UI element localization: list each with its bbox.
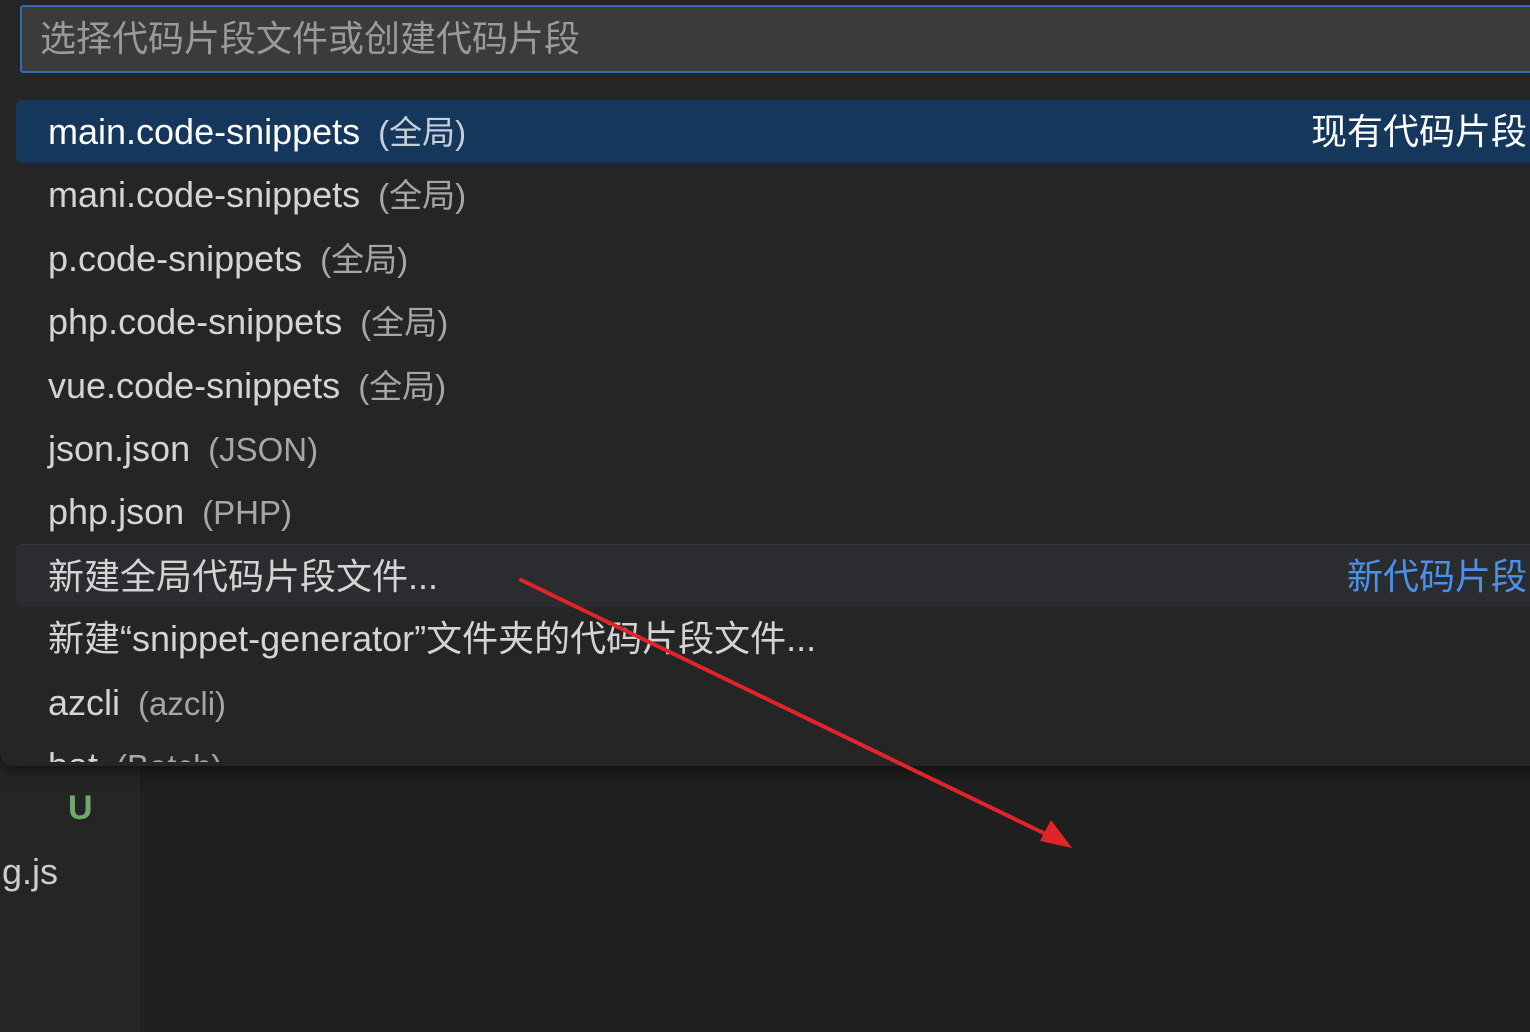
item-description: (全局) <box>360 304 449 342</box>
screen: U g.js main.code-snippets (全局) 现有代码片段 man… <box>0 0 1530 1032</box>
item-label: mani.code-snippets <box>48 174 361 216</box>
quick-pick-list: main.code-snippets (全局) 现有代码片段 mani.code-… <box>16 100 1530 762</box>
quick-pick-item-main-code-snippets[interactable]: main.code-snippets (全局) 现有代码片段 <box>16 100 1530 164</box>
quick-pick-input[interactable] <box>20 5 1530 73</box>
item-description: (PHP) <box>202 494 292 532</box>
item-label: 新建全局代码片段文件... <box>48 555 439 597</box>
item-description: (azcli) <box>138 684 227 722</box>
quick-pick-item-mani-code-snippets[interactable]: mani.code-snippets (全局) <box>16 163 1530 226</box>
item-description: (JSON) <box>208 430 319 468</box>
quick-pick-item-azcli[interactable]: azcli (azcli) <box>16 671 1530 734</box>
item-description: (全局) <box>378 114 467 151</box>
git-untracked-badge: U <box>68 789 93 827</box>
item-label: p.code-snippets <box>48 237 303 279</box>
item-description: (全局) <box>320 240 409 278</box>
snippet-quick-pick: main.code-snippets (全局) 现有代码片段 mani.code-… <box>0 0 1530 766</box>
item-label: php.json <box>48 491 185 533</box>
item-label: 新建“snippet-generator”文件夹的代码片段文件... <box>48 618 817 660</box>
item-label: bat <box>48 745 98 762</box>
item-label: main.code-snippets <box>48 111 361 152</box>
quick-pick-item-new-global-snippets[interactable]: 新建全局代码片段文件... 新代码片段 <box>16 543 1530 608</box>
quick-pick-item-json-json[interactable]: json.json (JSON) <box>16 417 1530 480</box>
item-description: (全局) <box>378 177 467 215</box>
editor-area <box>140 760 1530 1032</box>
item-description: (全局) <box>358 367 447 405</box>
quick-pick-item-php-code-snippets[interactable]: php.code-snippets (全局) <box>16 290 1530 353</box>
quick-pick-item-new-folder-snippets[interactable]: 新建“snippet-generator”文件夹的代码片段文件... <box>16 607 1530 670</box>
separator-label-existing: 现有代码片段 <box>1311 111 1528 152</box>
quick-pick-item-php-json[interactable]: php.json (PHP) <box>16 480 1530 543</box>
item-label: vue.code-snippets <box>48 364 341 406</box>
explorer-file-item[interactable]: g.js <box>2 850 58 894</box>
quick-pick-item-p-code-snippets[interactable]: p.code-snippets (全局) <box>16 227 1530 290</box>
item-label: azcli <box>48 681 121 723</box>
item-label: json.json <box>48 427 191 469</box>
quick-pick-item-bat[interactable]: bat (Batch) <box>16 734 1530 762</box>
quick-pick-item-vue-code-snippets[interactable]: vue.code-snippets (全局) <box>16 354 1530 417</box>
separator-label-new: 新代码片段 <box>1347 555 1528 597</box>
item-label: php.code-snippets <box>48 301 343 343</box>
item-description: (Batch) <box>116 748 222 762</box>
